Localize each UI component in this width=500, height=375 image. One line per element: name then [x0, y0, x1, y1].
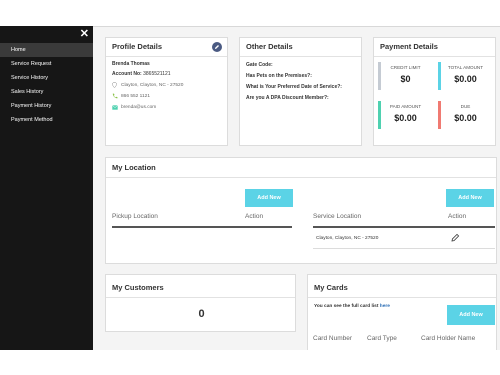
stat-value: $0 — [400, 74, 411, 84]
sidebar-item-service-history[interactable]: Service History — [0, 71, 93, 85]
pickup-action-header: Action — [245, 213, 264, 220]
stat-value: $0.00 — [454, 113, 477, 123]
close-icon[interactable]: ✕ — [80, 27, 89, 40]
total-amount-stat: TOTAL AMOUNT $0.00 — [438, 62, 493, 92]
sidebar-menu: Home Service Request Service History Sal… — [0, 43, 93, 127]
profile-title: Profile Details — [112, 42, 163, 51]
my-cards-card: My Cards You can see the full card list … — [307, 274, 497, 351]
add-service-location-button[interactable]: Add New — [446, 189, 494, 207]
stat-label: PAID AMOUNT — [389, 104, 422, 109]
my-cards-title: My Cards — [314, 283, 348, 292]
card-holder-name-header: Card Holder Name — [421, 335, 476, 342]
card-divider — [308, 297, 496, 298]
my-location-card: My Location Add New Add New Pickup Locat… — [105, 157, 497, 264]
stat-label: TOTAL AMOUNT — [447, 65, 484, 70]
bottom-bar — [0, 350, 500, 375]
location-pin-icon — [112, 82, 117, 88]
paid-amount-stat: PAID AMOUNT $0.00 — [378, 101, 433, 131]
profile-phone: 866 552 1121 — [121, 94, 150, 99]
stat-label: CREDIT LIMIT — [390, 65, 421, 70]
my-customers-title: My Customers — [112, 283, 164, 292]
edit-pencil-icon[interactable] — [451, 233, 460, 242]
service-location-row: Clayton, Clayton, NC - 27520 — [316, 236, 379, 241]
sidebar-item-payment-method[interactable]: Payment Method — [0, 113, 93, 127]
edit-profile-button[interactable] — [212, 42, 222, 52]
customers-count: 0 — [198, 308, 205, 320]
profile-email[interactable]: brenda@us.com — [121, 105, 156, 110]
phone-icon — [112, 93, 118, 99]
pets-label: Has Pets on the Premises?: — [246, 73, 312, 79]
gate-code-label: Gate Code: — [246, 62, 273, 68]
sidebar-item-service-request[interactable]: Service Request — [0, 57, 93, 71]
payment-details-title: Payment Details — [380, 42, 438, 51]
due-stat: DUE $0.00 — [438, 101, 493, 131]
payment-details-card: Payment Details CREDIT LIMIT $0 TOTAL AM… — [373, 37, 496, 146]
cards-note: You can see the full card list here — [314, 304, 390, 309]
sidebar-item-payment-history[interactable]: Payment History — [0, 99, 93, 113]
credit-limit-stat: CREDIT LIMIT $0 — [378, 62, 433, 92]
account-label: Account No: — [112, 71, 142, 77]
table-row-divider — [313, 248, 495, 249]
card-divider — [374, 56, 495, 57]
top-bar — [0, 0, 500, 26]
add-pickup-location-button[interactable]: Add New — [245, 189, 293, 207]
preferred-date-label: What is Your Preferred Date of Service?: — [246, 84, 342, 90]
card-divider — [106, 56, 227, 57]
account-number: 3865521121 — [143, 71, 171, 77]
profile-address: Clayton, Clayton, NC - 27520 — [121, 83, 184, 88]
dpa-member-label: Are you A DPA Discount Member?: — [246, 95, 329, 101]
pickup-header-underline — [112, 226, 292, 228]
cards-note-text: You can see the full card list — [314, 304, 379, 309]
pencil-icon — [215, 45, 219, 49]
add-card-button[interactable]: Add New — [447, 305, 495, 325]
main-content: Profile Details Brenda Thomas Account No… — [93, 26, 500, 351]
card-number-header: Card Number — [313, 335, 353, 342]
card-divider — [106, 297, 295, 298]
service-header-underline — [313, 226, 495, 228]
stat-label: DUE — [460, 104, 471, 109]
cards-list-link[interactable]: here — [380, 304, 390, 309]
card-type-header: Card Type — [367, 335, 397, 342]
profile-card: Profile Details Brenda Thomas Account No… — [105, 37, 228, 146]
card-divider — [240, 56, 361, 57]
account-row: Account No: 3865521121 — [112, 71, 171, 77]
pickup-location-header: Pickup Location — [112, 213, 158, 220]
sidebar: ✕ Home Service Request Service History S… — [0, 26, 93, 350]
stat-value: $0.00 — [394, 113, 417, 123]
card-divider — [106, 177, 496, 178]
profile-name: Brenda Thomas — [112, 61, 150, 67]
other-details-title: Other Details — [246, 42, 293, 51]
other-details-card: Other Details Gate Code: Has Pets on the… — [239, 37, 362, 146]
stat-value: $0.00 — [454, 74, 477, 84]
my-location-title: My Location — [112, 163, 156, 172]
sidebar-item-sales-history[interactable]: Sales History — [0, 85, 93, 99]
service-action-header: Action — [448, 213, 467, 220]
sidebar-item-home[interactable]: Home — [0, 43, 93, 57]
mail-icon — [112, 105, 118, 110]
service-location-header: Service Location — [313, 213, 362, 220]
my-customers-card: My Customers 0 — [105, 274, 296, 332]
